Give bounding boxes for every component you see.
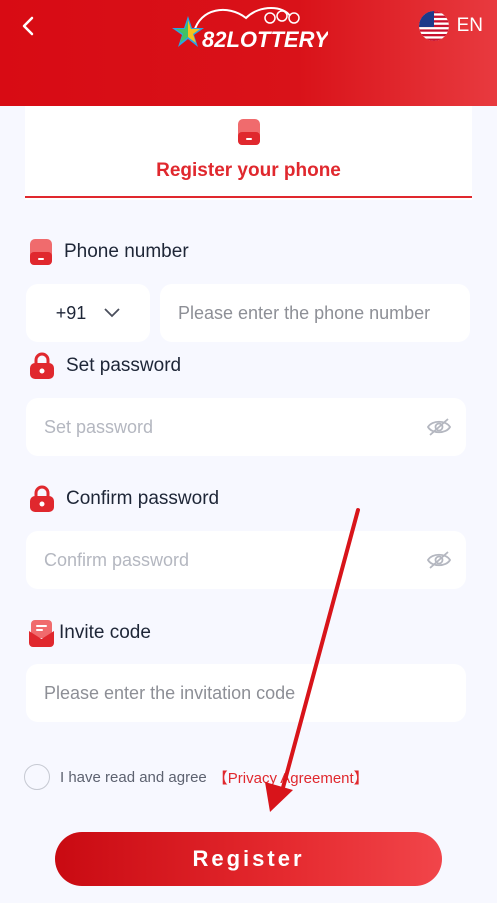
lock-icon <box>30 352 54 379</box>
password-field <box>26 398 466 456</box>
country-code-value: +91 <box>55 302 87 323</box>
language-label: EN <box>456 15 483 36</box>
eye-off-icon[interactable] <box>426 417 452 437</box>
password-label-row: Set password <box>28 352 181 380</box>
us-flag-icon <box>418 11 449 41</box>
back-arrow-icon <box>22 16 34 36</box>
password-input[interactable] <box>26 416 466 438</box>
lock-icon <box>30 485 54 512</box>
app-header: 82LOTTERY EN <box>0 0 497 106</box>
phone-icon <box>30 239 52 265</box>
phone-icon <box>238 119 260 145</box>
phone-field <box>160 284 470 342</box>
invite-icon <box>29 620 54 647</box>
confirm-input[interactable] <box>26 549 466 571</box>
language-selector[interactable]: EN <box>418 10 483 42</box>
invite-field <box>26 664 466 722</box>
invite-label: Invite code <box>59 622 151 643</box>
register-button[interactable]: Register <box>55 832 442 886</box>
confirm-field <box>26 531 466 589</box>
tab-title: Register your phone <box>156 160 341 181</box>
password-label: Set password <box>66 355 182 376</box>
agreement-row: I have read and agree 【Privacy Agreement… <box>24 764 369 790</box>
phone-label-row: Phone number <box>28 238 189 266</box>
country-code-select[interactable]: +91 <box>26 284 150 342</box>
confirm-label: Confirm password <box>66 488 220 509</box>
confirm-label-row: Confirm password <box>28 485 219 513</box>
tab-underline <box>25 196 472 198</box>
logo-graphic: 82LOTTERY <box>172 7 331 52</box>
privacy-agreement-link[interactable]: 【Privacy Agreement】 <box>213 767 369 788</box>
app-logo: 82LOTTERY <box>172 2 331 54</box>
logo-text: 82LOTTERY <box>202 27 328 52</box>
invite-label-row: Invite code <box>28 619 151 647</box>
back-button[interactable] <box>14 12 42 40</box>
phone-input[interactable] <box>160 302 470 324</box>
chevron-down-icon <box>104 308 120 318</box>
eye-off-icon[interactable] <box>426 550 452 570</box>
agreement-text: I have read and agree <box>60 768 207 786</box>
invite-input[interactable] <box>26 682 466 704</box>
phone-label: Phone number <box>64 241 189 262</box>
agreement-checkbox[interactable] <box>24 764 50 790</box>
register-tab[interactable]: Register your phone <box>25 106 472 200</box>
